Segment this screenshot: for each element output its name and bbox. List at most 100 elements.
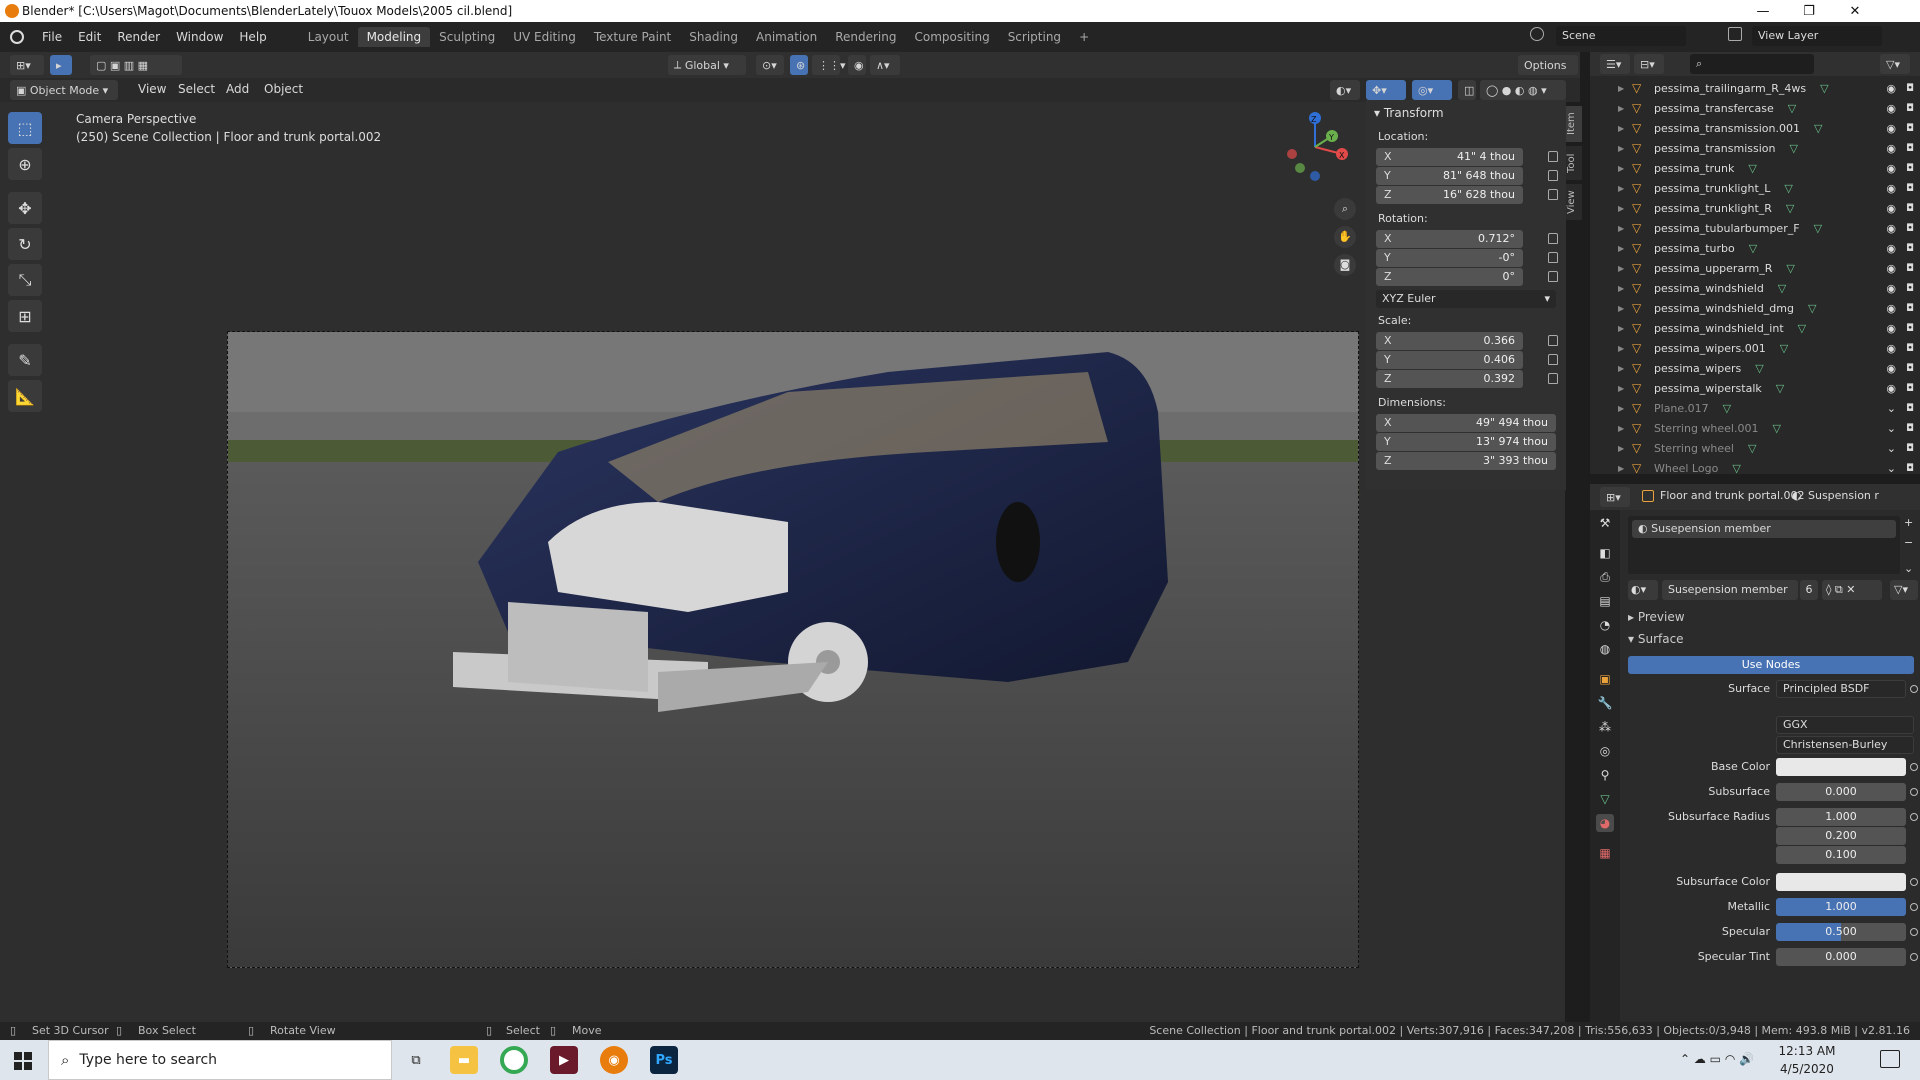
outliner-item[interactable]: ▶ ▽ pessima_windshield ▽ ◉ ◘ — [1590, 278, 1920, 298]
filter-icon[interactable]: ▽▾ — [1880, 54, 1910, 74]
clock-date[interactable]: 4/5/2020 — [1772, 1062, 1842, 1076]
dimensions-y-field[interactable]: Y 13" 974 thou — [1376, 433, 1556, 451]
menu-render[interactable]: Render — [109, 30, 168, 44]
render-camera-icon[interactable]: ◘ — [1906, 383, 1914, 394]
mesh-data-icon[interactable]: ▽ — [1723, 402, 1731, 415]
expand-arrow-icon[interactable]: ▶ — [1618, 164, 1632, 173]
tab-shading[interactable]: Shading — [680, 27, 747, 47]
use-nodes-button[interactable]: Use Nodes — [1628, 656, 1914, 674]
viewport-menu-add[interactable]: Add — [218, 82, 257, 96]
outliner-item[interactable]: ▶ ▽ Sterring wheel.001 ▽ ⌄ ◘ — [1590, 418, 1920, 438]
mesh-data-icon[interactable]: ▽ — [1755, 362, 1763, 375]
clock-time[interactable]: 12:13 AM — [1772, 1044, 1842, 1058]
expand-arrow-icon[interactable]: ▶ — [1618, 84, 1632, 93]
mesh-data-icon[interactable]: ▽ — [1790, 142, 1798, 155]
dimensions-x-field[interactable]: X 49" 494 thou — [1376, 414, 1556, 432]
rotate-icon[interactable]: ↻ — [8, 228, 42, 260]
tab-scripting[interactable]: Scripting — [999, 27, 1070, 47]
outliner-search-input[interactable]: ⌕ — [1690, 54, 1814, 74]
mesh-data-icon[interactable]: ▽ — [1748, 442, 1756, 455]
tab-compositing[interactable]: Compositing — [905, 27, 998, 47]
outliner-item[interactable]: ▶ ▽ pessima_wiperstalk ▽ ◉ ◘ — [1590, 378, 1920, 398]
selection-mode-icons[interactable]: ▢ ▣ ▥ ▦ — [90, 55, 182, 75]
shading-mode-icons[interactable]: ◯ ● ◐ ◍ ▾ — [1480, 80, 1566, 100]
file-explorer-icon[interactable]: ▬ — [450, 1046, 478, 1074]
view-layer-icon[interactable] — [1728, 27, 1742, 41]
add-workspace-icon[interactable]: + — [1070, 27, 1098, 47]
expand-arrow-icon[interactable]: ▶ — [1618, 344, 1632, 353]
material-link-icon[interactable]: ▽▾ — [1890, 580, 1918, 600]
texture-icon[interactable]: ▦ — [1596, 844, 1614, 862]
menu-edit[interactable]: Edit — [70, 30, 109, 44]
metallic-slider[interactable]: 1.000 — [1776, 898, 1906, 916]
scale-icon[interactable]: ⤡ — [8, 264, 42, 296]
snap-target-icon[interactable]: ⋮⋮▾ — [812, 55, 846, 75]
menu-file[interactable]: File — [34, 30, 70, 44]
blender-menu-icon[interactable] — [10, 30, 24, 44]
expand-arrow-icon[interactable]: ▶ — [1618, 284, 1632, 293]
render-camera-icon[interactable]: ◘ — [1906, 203, 1914, 214]
world-icon[interactable]: ◍ — [1596, 640, 1614, 658]
scale-z-field[interactable]: Z 0.392 — [1376, 370, 1523, 388]
render-camera-icon[interactable]: ◘ — [1906, 283, 1914, 294]
mesh-data-icon[interactable]: ▽ — [1780, 342, 1788, 355]
tab-uv-editing[interactable]: UV Editing — [504, 27, 585, 47]
expand-arrow-icon[interactable]: ▶ — [1618, 364, 1632, 373]
media-player-icon[interactable]: ▶ — [550, 1046, 578, 1074]
visibility-eye-icon[interactable]: ◉ — [1886, 142, 1896, 155]
specular-slider[interactable]: 0.500 — [1776, 923, 1906, 941]
render-camera-icon[interactable]: ◘ — [1906, 423, 1914, 434]
visibility-eye-icon[interactable]: ◉ — [1886, 122, 1896, 135]
render-camera-icon[interactable]: ◘ — [1906, 443, 1914, 454]
render-camera-icon[interactable]: ◘ — [1906, 403, 1914, 414]
outliner-item[interactable]: ▶ ▽ pessima_wipers.001 ▽ ◉ ◘ — [1590, 338, 1920, 358]
lock-icon[interactable] — [1548, 252, 1558, 263]
outliner-item[interactable]: ▶ ▽ pessima_transmission.001 ▽ ◉ ◘ — [1590, 118, 1920, 138]
visibility-eye-icon[interactable]: ◉ — [1886, 202, 1896, 215]
outliner-item[interactable]: ▶ ▽ pessima_transmission ▽ ◉ ◘ — [1590, 138, 1920, 158]
move-icon[interactable]: ✥ — [8, 192, 42, 224]
subsurface-field[interactable]: 0.000 — [1776, 783, 1906, 801]
options-dropdown[interactable]: Options — [1518, 55, 1578, 75]
render-camera-icon[interactable]: ◘ — [1906, 103, 1914, 114]
viewport-menu-view[interactable]: View — [130, 82, 174, 96]
outliner-item[interactable]: ▶ ▽ pessima_windshield_dmg ▽ ◉ ◘ — [1590, 298, 1920, 318]
remove-slot-icon[interactable]: − — [1904, 536, 1913, 549]
material-browse-icon[interactable]: ◐▾ — [1628, 580, 1658, 600]
pan-hand-icon[interactable]: ✋ — [1334, 226, 1356, 248]
rotation-y-field[interactable]: Y -0° — [1376, 249, 1523, 267]
navigation-gizmo[interactable]: Z X Y — [1280, 112, 1350, 182]
3d-viewport[interactable]: ⬚ ⊕ ✥ ↻ ⤡ ⊞ ✎ 📐 Camera Perspective (250)… — [0, 102, 1565, 1022]
render-camera-icon[interactable]: ◘ — [1906, 263, 1914, 274]
photoshop-icon[interactable]: Ps — [650, 1046, 678, 1074]
outliner-item[interactable]: ▶ ▽ Plane.017 ▽ ⌄ ◘ — [1590, 398, 1920, 418]
lock-icon[interactable] — [1548, 170, 1558, 181]
expand-arrow-icon[interactable]: ▶ — [1618, 384, 1632, 393]
visibility-eye-icon[interactable]: ◉ — [1886, 262, 1896, 275]
add-slot-icon[interactable]: + — [1904, 516, 1913, 529]
zoom-icon[interactable]: ⌕ — [1334, 198, 1356, 220]
task-view-icon[interactable]: ⧉ — [402, 1046, 430, 1074]
measure-icon[interactable]: 📐 — [8, 380, 42, 412]
mesh-data-icon[interactable]: ▽ — [1786, 202, 1794, 215]
render-camera-icon[interactable]: ◘ — [1906, 343, 1914, 354]
expand-arrow-icon[interactable]: ▶ — [1618, 304, 1632, 313]
expand-arrow-icon[interactable]: ▶ — [1618, 444, 1632, 453]
scene-tab-icon[interactable]: ◔ — [1596, 616, 1614, 634]
lock-icon[interactable] — [1548, 373, 1558, 384]
editor-type-icon[interactable]: ⊞▾ — [10, 55, 44, 75]
dimensions-z-field[interactable]: Z 3" 393 thou — [1376, 452, 1556, 470]
tab-animation[interactable]: Animation — [747, 27, 826, 47]
tab-tool[interactable]: Tool — [1566, 146, 1582, 180]
mesh-data-icon[interactable]: ▽ — [1798, 322, 1806, 335]
visibility-eye-icon[interactable]: ⌄ — [1887, 402, 1896, 415]
visibility-eye-icon[interactable]: ◉ — [1886, 322, 1896, 335]
scale-x-field[interactable]: X 0.366 — [1376, 332, 1523, 350]
mesh-data-icon[interactable]: ▽ — [1749, 242, 1757, 255]
render-camera-icon[interactable]: ◘ — [1906, 363, 1914, 374]
maximize-button[interactable]: ❐ — [1786, 0, 1832, 22]
mesh-data-icon[interactable]: ▽ — [1820, 82, 1828, 95]
specular-tint-slider[interactable]: 0.000 — [1776, 948, 1906, 966]
menu-help[interactable]: Help — [231, 30, 274, 44]
transform-header[interactable]: ▾ Transform — [1374, 106, 1444, 120]
